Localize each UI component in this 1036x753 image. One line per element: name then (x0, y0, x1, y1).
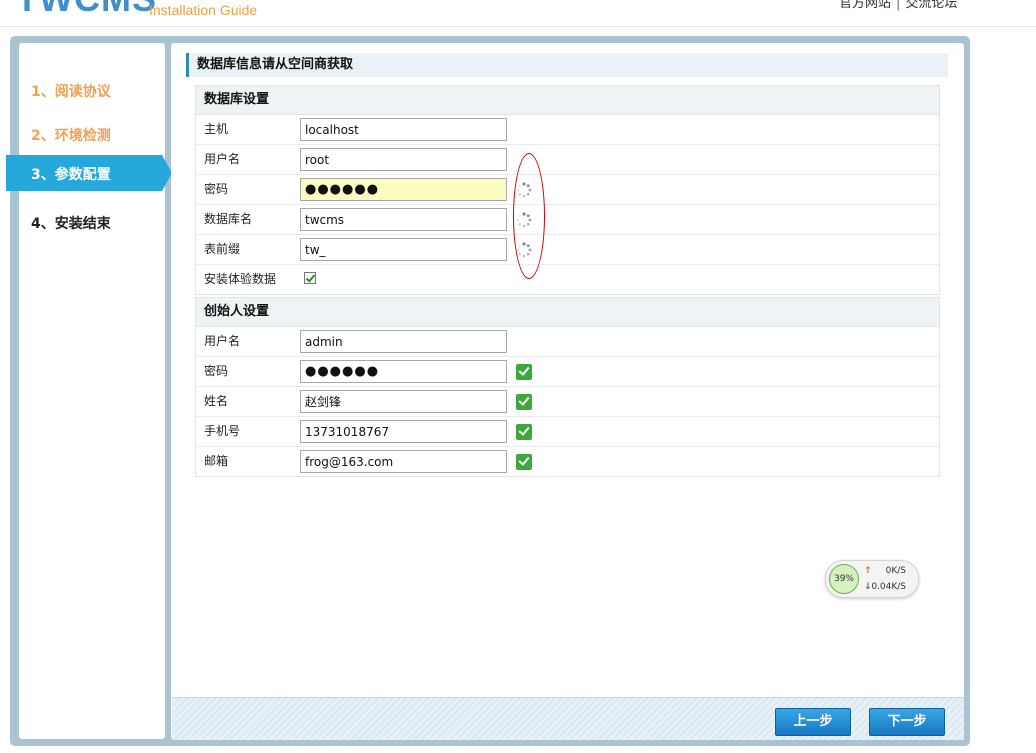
form-row: 用户名 (196, 327, 939, 357)
network-speed-widget[interactable]: 39% ↑ 0K/S ↓ 0.04K/S (825, 560, 919, 598)
form-row: 手机号 (196, 417, 939, 447)
form-row: 密码 (196, 175, 939, 205)
form-row: 主机 (196, 115, 939, 145)
db-password-input[interactable] (300, 178, 507, 201)
table-prefix-input[interactable] (300, 238, 507, 261)
field-label: 数据库名 (204, 212, 253, 226)
section-title: 数据库设置 (196, 86, 939, 115)
top-links: 官方网站 | 交流论坛 (839, 0, 957, 11)
prev-step-button[interactable]: 上一步 (775, 708, 851, 736)
db-host-input[interactable] (300, 118, 507, 141)
field-label: 手机号 (204, 424, 241, 438)
admin-password-input[interactable] (300, 360, 507, 383)
arrow-up-icon: ↑ (864, 566, 872, 576)
sidebar-item-env-check: 2、环境检测 (31, 128, 111, 144)
install-demo-data-checkbox[interactable] (304, 272, 316, 284)
field-label: 用户名 (204, 152, 241, 166)
form-row: 安装体验数据 (196, 265, 939, 294)
form-row: 数据库名 (196, 205, 939, 235)
next-step-button[interactable]: 下一步 (869, 708, 945, 736)
admin-email-input[interactable] (300, 450, 507, 473)
check-icon (516, 364, 532, 380)
field-label: 用户名 (204, 334, 241, 348)
founder-settings-section: 创始人设置 用户名 密码 姓名 手机号 邮箱 (195, 297, 940, 477)
admin-username-input[interactable] (300, 330, 507, 353)
content-panel: 数据库信息请从空间商获取 数据库设置 主机 用户名 密码 数据库名 表前缀 安装… (171, 43, 964, 739)
header: TWCMS Installation Guide 官方网站|交流论坛 (0, 0, 1036, 27)
official-site-link[interactable]: 官方网站 (839, 0, 891, 11)
field-label: 主机 (204, 122, 229, 136)
annotation-ellipse (513, 153, 545, 279)
section-title: 创始人设置 (196, 298, 939, 327)
form-row: 密码 (196, 357, 939, 387)
db-settings-section: 数据库设置 主机 用户名 密码 数据库名 表前缀 安装体验数据 (195, 85, 940, 295)
header-subtitle: Installation Guide (149, 2, 258, 18)
check-icon (516, 394, 532, 410)
sidebar-item-param-config: 3、参数配置 (6, 155, 172, 191)
sidebar: 1、阅读协议 2、环境检测 4、安装结束 (19, 43, 165, 739)
sidebar-item-label: 3、参数配置 (31, 167, 111, 183)
logo: TWCMS (16, 0, 157, 20)
sidebar-item-read-agreement: 1、阅读协议 (31, 84, 111, 100)
field-label: 邮箱 (204, 454, 229, 468)
db-user-input[interactable] (300, 148, 507, 171)
upload-speed: ↑ 0K/S (864, 566, 906, 576)
field-label: 密码 (204, 182, 229, 196)
form-row: 用户名 (196, 145, 939, 175)
forum-link[interactable]: 交流论坛 (905, 0, 957, 11)
field-label: 安装体验数据 (204, 272, 277, 286)
page-title: 数据库信息请从空间商获取 (186, 53, 948, 77)
field-label: 表前缀 (204, 242, 241, 256)
form-row: 姓名 (196, 387, 939, 417)
sidebar-item-install-finish: 4、安装结束 (31, 216, 111, 232)
admin-mobile-input[interactable] (300, 420, 507, 443)
check-icon (516, 424, 532, 440)
form-row: 邮箱 (196, 447, 939, 476)
usage-percent: 39% (829, 564, 859, 594)
db-name-input[interactable] (300, 208, 507, 231)
admin-name-input[interactable] (300, 390, 507, 413)
field-label: 姓名 (204, 394, 229, 408)
download-speed: ↓ 0.04K/S (864, 582, 906, 592)
check-icon (516, 454, 532, 470)
field-label: 密码 (204, 364, 229, 378)
form-row: 表前缀 (196, 235, 939, 265)
